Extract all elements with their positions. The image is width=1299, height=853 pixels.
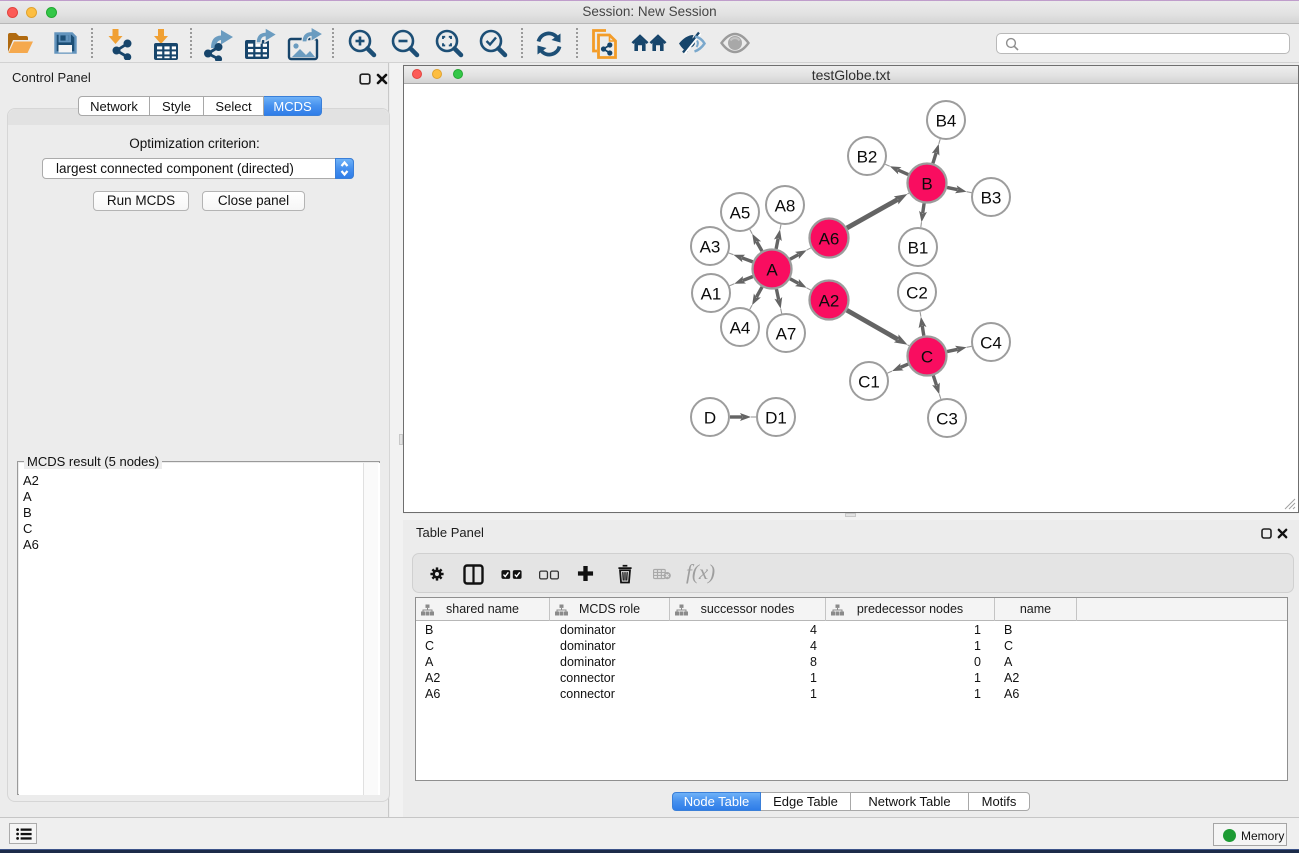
svg-text:C3: C3	[936, 410, 958, 429]
svg-text:A3: A3	[700, 238, 721, 257]
svg-text:A6: A6	[819, 230, 840, 249]
svg-text:C4: C4	[980, 334, 1002, 353]
svg-text:A2: A2	[819, 292, 840, 311]
svg-text:D: D	[704, 409, 716, 428]
svg-text:B: B	[921, 175, 932, 194]
svg-text:A1: A1	[701, 285, 722, 304]
svg-text:B3: B3	[981, 189, 1002, 208]
svg-text:A7: A7	[776, 325, 797, 344]
svg-text:C1: C1	[858, 373, 880, 392]
svg-text:A: A	[766, 261, 778, 280]
svg-text:A4: A4	[730, 319, 751, 338]
svg-text:B2: B2	[857, 148, 878, 167]
svg-text:C: C	[921, 348, 933, 367]
svg-text:B4: B4	[936, 112, 957, 131]
svg-text:C2: C2	[906, 284, 928, 303]
svg-text:A8: A8	[775, 197, 796, 216]
svg-text:B1: B1	[908, 239, 929, 258]
svg-text:D1: D1	[765, 409, 787, 428]
svg-text:A5: A5	[730, 204, 751, 223]
